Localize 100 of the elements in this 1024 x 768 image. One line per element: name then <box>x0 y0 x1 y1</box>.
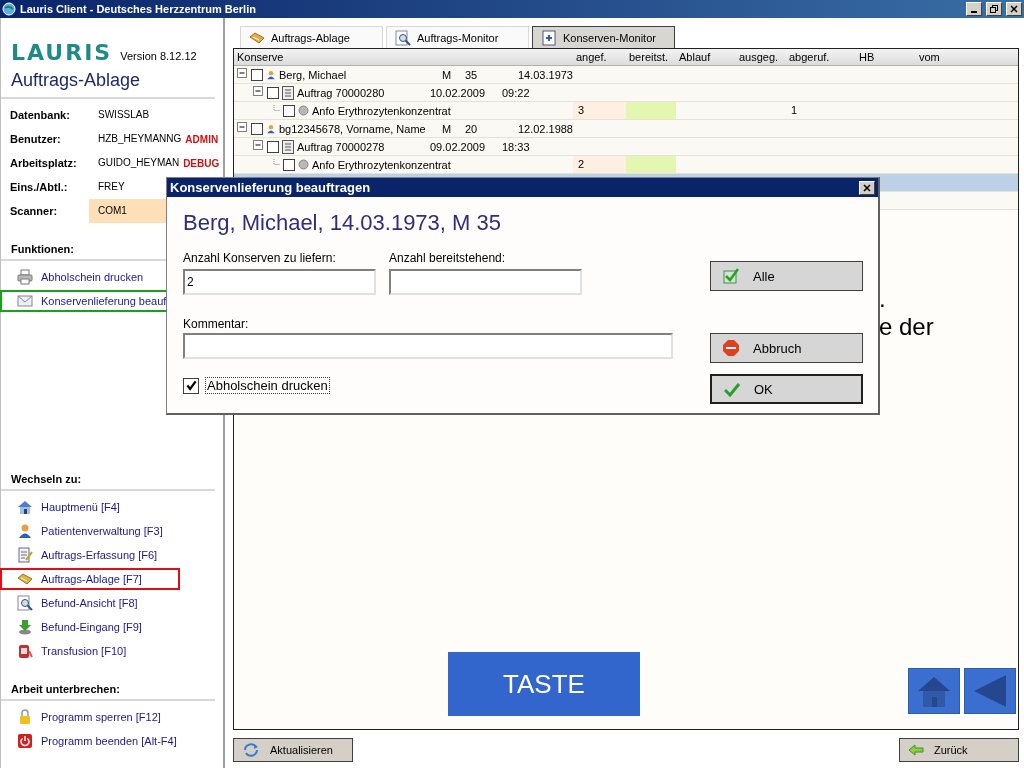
checkbox[interactable] <box>251 122 263 135</box>
sidebar-item[interactable]: Befund-Eingang [F9] <box>0 616 180 638</box>
tab[interactable]: Auftrags-Ablage <box>240 26 383 48</box>
field-label: Kommentar: <box>183 317 250 331</box>
power-icon <box>17 733 33 749</box>
order-number: Auftrag 70000280 <box>297 86 386 99</box>
sidebar-item[interactable]: Programm sperren [F12] <box>0 706 180 728</box>
sidebar-link[interactable]: Auftrags-Ablage [F7] <box>41 573 142 585</box>
globe-icon <box>2 2 16 16</box>
birth-date: 12.02.1988 <box>517 122 573 135</box>
column-header[interactable]: Konserve <box>234 49 573 65</box>
table-row[interactable]: Anfo Erythrozytenkonzentrat 2 <box>234 156 1018 174</box>
info-label: Scanner: <box>9 205 59 217</box>
sidebar-item[interactable]: Befund-Ansicht [F8] <box>0 592 180 614</box>
restore-button[interactable] <box>986 2 1002 16</box>
document-icon <box>282 139 294 154</box>
table-row[interactable]: Auftrag 70000278 09.02.2009 18:33 <box>234 138 1018 156</box>
dialog-button[interactable]: Alle <box>710 261 863 291</box>
order-date: 10.02.2009 <box>430 86 487 99</box>
birth-date: 14.03.1973 <box>517 68 573 81</box>
logo: LAURIS <box>11 42 113 64</box>
circle-icon <box>298 159 309 170</box>
close-button[interactable] <box>1006 2 1022 16</box>
order-time: 18:33 <box>502 140 530 153</box>
input-field[interactable] <box>389 269 582 295</box>
sidebar-item[interactable]: Hauptmenü [F4] <box>0 496 180 518</box>
table-row[interactable]: Berg, Michael M 35 14.03.1973 <box>234 66 1018 84</box>
order-number: Auftrag 70000278 <box>297 140 386 153</box>
collapse-icon[interactable] <box>237 122 248 133</box>
tab[interactable]: Konserven-Monitor <box>532 26 675 48</box>
dialog-button[interactable]: Abbruch <box>710 333 863 363</box>
info-label: Datenbank: <box>9 109 71 121</box>
patient-age: 35 <box>464 68 479 81</box>
dialog-button[interactable]: OK <box>710 374 863 404</box>
sidebar-item[interactable]: Abholschein drucken <box>0 266 180 288</box>
sidebar-item[interactable]: Programm beenden [Alt-F4] <box>0 730 180 752</box>
sidebar-link[interactable]: Konservenlieferung beauf <box>41 295 167 307</box>
close-button[interactable] <box>859 180 875 195</box>
column-header[interactable]: vom <box>916 49 1018 65</box>
sidebar-link[interactable]: Abholschein drucken <box>41 271 144 283</box>
sidebar-link[interactable]: Programm beenden [Alt-F4] <box>41 735 177 747</box>
sidebar-link[interactable]: Transfusion [F10] <box>41 645 127 657</box>
collapse-icon[interactable] <box>253 140 264 151</box>
back-button[interactable]: Zurück <box>899 738 1019 762</box>
sidebar-link[interactable]: Auftrags-Erfassung [F6] <box>41 549 158 561</box>
table-cell: 2 <box>573 156 626 173</box>
sidebar-link[interactable]: Programm sperren [F12] <box>41 711 161 723</box>
sidebar-item[interactable]: Patientenverwaltung [F3] <box>0 520 180 542</box>
sidebar-item[interactable]: Auftrags-Erfassung [F6] <box>0 544 180 566</box>
sidebar-link[interactable]: Befund-Eingang [F9] <box>41 621 142 633</box>
table-row[interactable]: Anfo Erythrozytenkonzentrat 3 1 <box>234 102 1018 120</box>
role-label: ADMIN <box>185 133 219 145</box>
background-text: . <box>879 285 887 313</box>
table-cell-text: 1 <box>790 103 799 118</box>
collapse-icon[interactable] <box>253 86 264 97</box>
checkbox-label[interactable]: Abholschein drucken <box>205 377 330 394</box>
circle-icon <box>298 105 309 116</box>
column-header[interactable]: abgeruf. <box>786 49 856 65</box>
notepad-icon <box>17 547 33 563</box>
tray-icon <box>17 571 33 587</box>
info-value: SWISSLAB <box>97 108 151 122</box>
column-header[interactable]: Ablauf <box>676 49 736 65</box>
section-title: Arbeit unterbrechen: <box>1 683 215 701</box>
collapse-icon[interactable] <box>237 68 248 79</box>
column-header[interactable]: ausgeg. <box>736 49 786 65</box>
sidebar-link[interactable]: Patientenverwaltung [F3] <box>41 525 163 537</box>
checkbox-icon <box>723 268 739 284</box>
table-row[interactable]: Auftrag 70000280 10.02.2009 09:22 <box>234 84 1018 102</box>
checkbox[interactable] <box>283 104 295 117</box>
column-header[interactable]: angef. <box>573 49 626 65</box>
refresh-button[interactable]: Aktualisieren <box>233 738 353 762</box>
person-icon <box>17 523 33 539</box>
sidebar-item[interactable]: Auftrags-Ablage [F7] <box>0 568 180 590</box>
sidebar-link[interactable]: Hauptmenü [F4] <box>41 501 120 513</box>
document-icon <box>541 29 557 46</box>
stop-sign-icon <box>723 340 739 356</box>
column-header[interactable]: bereitst. <box>626 49 676 65</box>
minimize-button[interactable] <box>966 2 982 16</box>
checkbox[interactable] <box>267 86 279 99</box>
blood-bag-icon <box>17 643 33 659</box>
patient-sex: M <box>441 122 453 135</box>
request-name: Anfo Erythrozytenkonzentrat <box>312 158 451 171</box>
table-row[interactable]: bg12345678, Vorname, Name M 20 12.02.1988 <box>234 120 1018 138</box>
sidebar-item[interactable]: Transfusion [F10] <box>0 640 180 662</box>
input-field[interactable]: 2 <box>183 269 376 295</box>
close-icon <box>1010 5 1018 13</box>
document-icon <box>282 85 294 100</box>
checkbox[interactable] <box>283 158 295 171</box>
magnifier-icon <box>395 29 411 46</box>
checkbox[interactable] <box>251 68 263 81</box>
taste-button[interactable]: TASTE <box>448 652 640 716</box>
patient-name: Berg, Michael <box>278 68 348 81</box>
column-header[interactable]: HB <box>856 49 916 65</box>
comment-field[interactable] <box>183 333 673 359</box>
checkbox[interactable] <box>183 377 199 394</box>
tab[interactable]: Auftrags-Monitor <box>386 26 529 48</box>
sidebar-link[interactable]: Befund-Ansicht [F8] <box>41 597 138 609</box>
request-name: Anfo Erythrozytenkonzentrat <box>312 104 451 117</box>
restore-icon <box>990 5 998 13</box>
checkbox[interactable] <box>267 140 279 153</box>
